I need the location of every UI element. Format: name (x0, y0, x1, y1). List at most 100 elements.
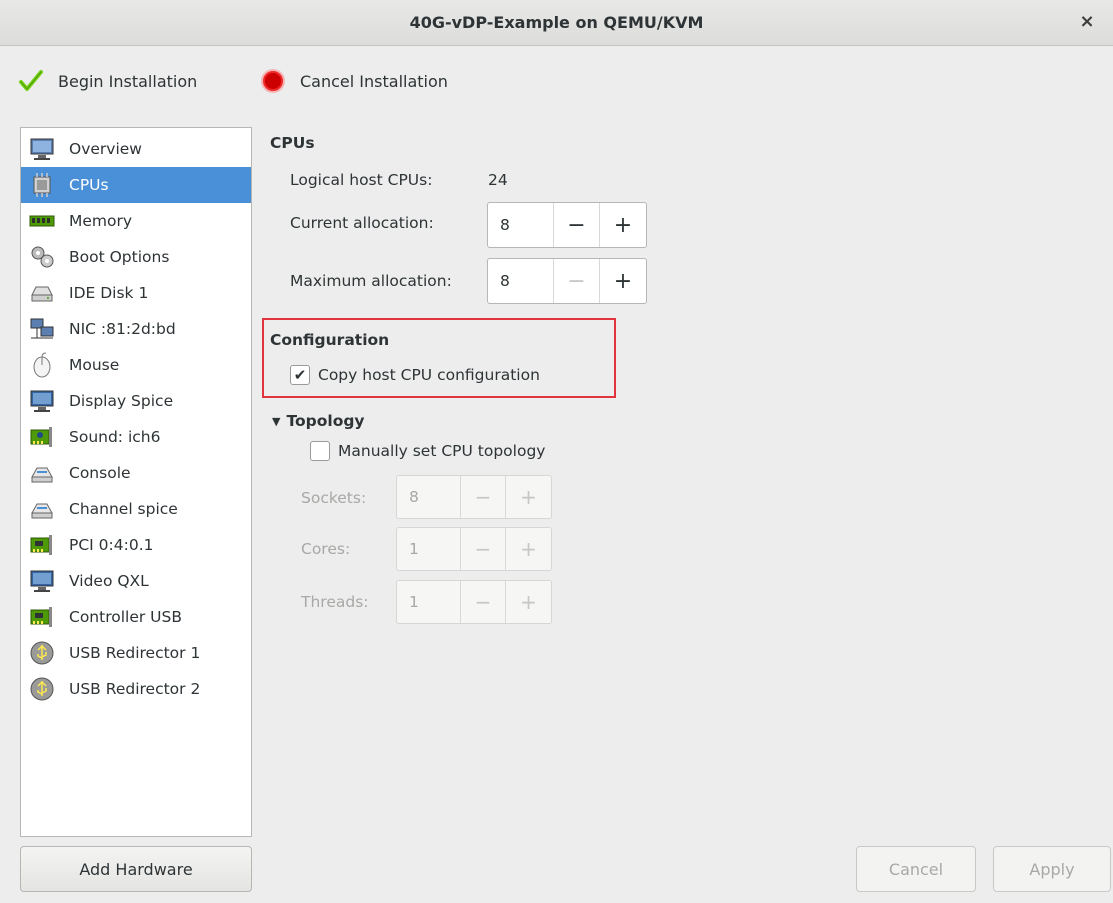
checkbox-checked-icon[interactable]: ✔ (290, 365, 310, 385)
threads-input[interactable]: 1 (397, 581, 461, 623)
sidebar-item-boot-options[interactable]: Boot Options (21, 239, 251, 275)
logical-cpus-label: Logical host CPUs: (290, 171, 433, 189)
sidebar-item-label: Controller USB (69, 608, 182, 626)
sidebar-item-label: Mouse (69, 356, 120, 374)
topology-title: Topology (286, 412, 365, 430)
sidebar-item-label: USB Redirector 1 (69, 644, 201, 662)
begin-installation-label: Begin Installation (58, 71, 198, 91)
sidebar-item-label: Channel spice (69, 500, 178, 518)
close-icon: × (1079, 11, 1095, 32)
current-allocation-increment-button[interactable]: + (600, 203, 646, 247)
cpu-chip-icon (27, 170, 57, 200)
current-allocation-spinner[interactable]: 8 − + (487, 202, 647, 248)
sidebar-item-channel-spice[interactable]: Channel spice (21, 491, 251, 527)
configuration-highlight-box (262, 318, 616, 398)
maximum-allocation-spinner[interactable]: 8 − + (487, 258, 647, 304)
begin-installation-button[interactable]: Begin Installation (18, 61, 197, 101)
sidebar-item-label: Overview (69, 140, 142, 158)
threads-increment-button[interactable]: + (506, 581, 551, 623)
apply-button[interactable]: Apply (993, 846, 1111, 892)
network-icon (27, 314, 57, 344)
monitor-icon (27, 134, 57, 164)
cancel-button[interactable]: Cancel (856, 846, 976, 892)
controller-icon (27, 602, 57, 632)
cores-spinner[interactable]: 1 − + (396, 527, 552, 571)
triangle-down-icon: ▼ (272, 414, 281, 428)
sidebar-item-label: Boot Options (69, 248, 170, 266)
sidebar-item-controller-usb[interactable]: Controller USB (21, 599, 251, 635)
sidebar-item-display-spice[interactable]: Display Spice (21, 383, 251, 419)
memory-icon (27, 206, 57, 236)
threads-label: Threads: (301, 593, 369, 611)
add-hardware-button[interactable]: Add Hardware (20, 846, 252, 892)
sidebar-item-overview[interactable]: Overview (21, 131, 251, 167)
sidebar-item-usb-redirector-2[interactable]: USB Redirector 2 (21, 671, 251, 707)
checkbox-unchecked-icon[interactable] (310, 441, 330, 461)
cancel-installation-label: Cancel Installation (300, 71, 448, 91)
sidebar-item-memory[interactable]: Memory (21, 203, 251, 239)
sockets-decrement-button[interactable]: − (461, 476, 506, 518)
sidebar-item-sound[interactable]: Sound: ich6 (21, 419, 251, 455)
sidebar-item-label: Sound: ich6 (69, 428, 161, 446)
topology-expander[interactable]: ▼ Topology (272, 412, 365, 430)
channel-icon (27, 494, 57, 524)
cpus-section-title: CPUs (270, 134, 315, 152)
sockets-increment-button[interactable]: + (506, 476, 551, 518)
video-icon (27, 566, 57, 596)
sidebar-item-label: Video QXL (69, 572, 149, 590)
configuration-section-title: Configuration (270, 331, 390, 349)
pci-card-icon (27, 530, 57, 560)
copy-host-cpu-checkbox[interactable]: ✔ Copy host CPU configuration (290, 365, 540, 385)
sidebar-item-label: CPUs (69, 176, 109, 194)
sidebar-item-console[interactable]: Console (21, 455, 251, 491)
usb-icon (27, 638, 57, 668)
mouse-icon (27, 350, 57, 380)
sockets-input[interactable]: 8 (397, 476, 461, 518)
sidebar-item-video-qxl[interactable]: Video QXL (21, 563, 251, 599)
sidebar-item-label: Display Spice (69, 392, 174, 410)
sidebar-item-label: IDE Disk 1 (69, 284, 149, 302)
current-allocation-label: Current allocation: (290, 214, 434, 232)
cores-label: Cores: (301, 540, 351, 558)
sockets-spinner[interactable]: 8 − + (396, 475, 552, 519)
close-button[interactable]: × (1073, 8, 1101, 36)
stop-icon (260, 68, 286, 94)
maximum-allocation-increment-button[interactable]: + (600, 259, 646, 303)
sidebar-item-ide-disk[interactable]: IDE Disk 1 (21, 275, 251, 311)
sidebar-item-label: Memory (69, 212, 133, 230)
sidebar-item-nic[interactable]: NIC :81:2d:bd (21, 311, 251, 347)
maximum-allocation-decrement-button[interactable]: − (554, 259, 600, 303)
logical-cpus-value: 24 (488, 171, 508, 189)
manual-topology-checkbox[interactable]: Manually set CPU topology (310, 441, 545, 461)
threads-decrement-button[interactable]: − (461, 581, 506, 623)
sidebar-item-label: PCI 0:4:0.1 (69, 536, 154, 554)
sidebar-item-usb-redirector-1[interactable]: USB Redirector 1 (21, 635, 251, 671)
sidebar-item-pci[interactable]: PCI 0:4:0.1 (21, 527, 251, 563)
sidebar-item-label: USB Redirector 2 (69, 680, 201, 698)
hardware-list[interactable]: Overview CPUs Memory Boot Options IDE Di… (20, 127, 252, 837)
checkmark-icon (18, 68, 44, 94)
sidebar-item-label: NIC :81:2d:bd (69, 320, 176, 338)
current-allocation-input[interactable]: 8 (488, 203, 554, 247)
maximum-allocation-input[interactable]: 8 (488, 259, 554, 303)
window-title: 40G-vDP-Example on QEMU/KVM (409, 13, 704, 32)
display-icon (27, 386, 57, 416)
cancel-installation-button[interactable]: Cancel Installation (260, 61, 448, 101)
sidebar-item-cpus[interactable]: CPUs (21, 167, 251, 203)
sidebar-item-label: Console (69, 464, 131, 482)
cores-decrement-button[interactable]: − (461, 528, 506, 570)
threads-spinner[interactable]: 1 − + (396, 580, 552, 624)
sidebar-item-mouse[interactable]: Mouse (21, 347, 251, 383)
copy-host-cpu-label: Copy host CPU configuration (318, 366, 540, 384)
console-icon (27, 458, 57, 488)
title-bar: 40G-vDP-Example on QEMU/KVM × (0, 0, 1113, 46)
manual-topology-label: Manually set CPU topology (338, 442, 546, 460)
cores-input[interactable]: 1 (397, 528, 461, 570)
current-allocation-decrement-button[interactable]: − (554, 203, 600, 247)
gears-icon (27, 242, 57, 272)
toolbar: Begin Installation Cancel Installation (0, 47, 1113, 115)
cores-increment-button[interactable]: + (506, 528, 551, 570)
disk-icon (27, 278, 57, 308)
sound-card-icon (27, 422, 57, 452)
maximum-allocation-label: Maximum allocation: (290, 272, 452, 290)
